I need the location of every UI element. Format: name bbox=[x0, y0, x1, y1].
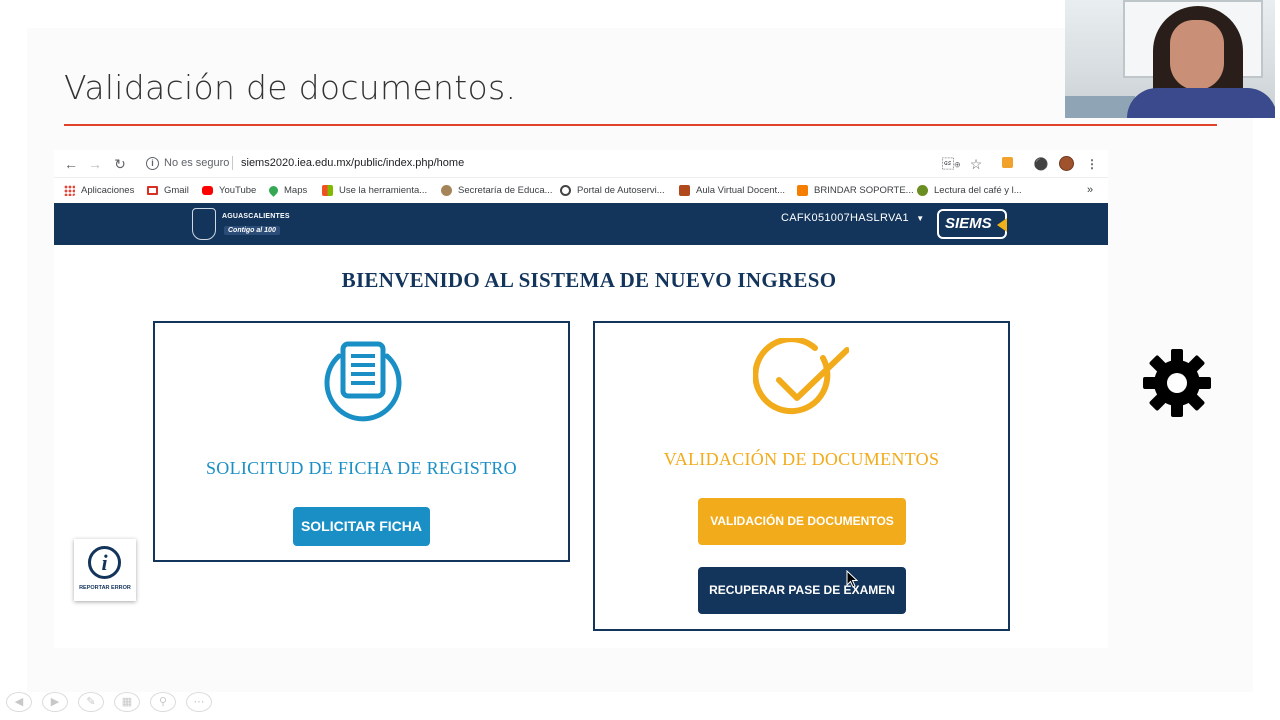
more-options-icon[interactable]: ⋯ bbox=[186, 692, 212, 712]
bookmark-label: Gmail bbox=[164, 184, 189, 196]
caret-down-icon[interactable]: ▼ bbox=[916, 214, 924, 223]
address-toolbar: ← → ↻ i No es seguro siems2020.iea.edu.m… bbox=[54, 150, 1108, 178]
coffee-icon bbox=[917, 184, 928, 196]
bookmark-label: Portal de Autoservi... bbox=[577, 184, 665, 196]
pen-icon[interactable]: ✎ bbox=[78, 692, 104, 712]
bookmark-secretaria[interactable]: Secretaría de Educa... bbox=[441, 183, 553, 197]
validacion-card-title: VALIDACIÓN DE DOCUMENTOS bbox=[663, 449, 940, 469]
bookmark-label: Secretaría de Educa... bbox=[458, 184, 553, 196]
translate-icon[interactable]: ⊛ bbox=[942, 156, 960, 172]
info-circle-icon: i bbox=[88, 546, 121, 579]
brand-tagline: Contigo al 100 bbox=[224, 226, 280, 235]
bookmark-label: Lectura del café y l... bbox=[934, 184, 1022, 196]
report-error-label: REPORTAR ERROR bbox=[79, 585, 131, 591]
bookmark-label: YouTube bbox=[219, 184, 257, 196]
bookmark-label: Aula Virtual Docent... bbox=[696, 184, 786, 196]
validacion-documentos-button[interactable]: VALIDACIÓN DE DOCUMENTOS bbox=[698, 498, 906, 545]
gear-icon[interactable] bbox=[1142, 348, 1212, 418]
site-navbar: AGUASCALIENTES Contigo al 100 CAFK051007… bbox=[54, 203, 1108, 245]
url-text[interactable]: siems2020.iea.edu.mx/public/index.php/ho… bbox=[241, 157, 464, 169]
key-icon[interactable]: ⚫ bbox=[1033, 156, 1049, 172]
screen: Validación de documentos. ← → ↻ i No es … bbox=[0, 0, 1280, 720]
validacion-card: VALIDACIÓN DE DOCUMENTOS VALIDACIÓN DE D… bbox=[593, 321, 1010, 631]
bookmark-label: BRINDAR SOPORTE... bbox=[814, 184, 914, 196]
bookmark-herramienta[interactable]: Use la herramienta... bbox=[322, 183, 427, 197]
slide-title: Validación de documentos. bbox=[64, 68, 517, 107]
slide-toolbar: ◀ ▶ ✎ ▦ ⚲ ⋯ bbox=[6, 692, 212, 712]
bookmark-star-icon[interactable]: ☆ bbox=[968, 156, 984, 172]
bookmark-aplicaciones[interactable]: Aplicaciones bbox=[64, 183, 134, 197]
bookmark-portal[interactable]: Portal de Autoservi... bbox=[560, 183, 665, 197]
bookmark-gmail[interactable]: Gmail bbox=[147, 183, 189, 197]
extension-icon[interactable] bbox=[999, 156, 1015, 172]
bookmarks-bar: Aplicaciones Gmail YouTube Maps Use la h… bbox=[54, 178, 1108, 202]
globe-icon bbox=[560, 184, 571, 196]
security-label[interactable]: No es seguro bbox=[164, 157, 229, 169]
previous-slide-icon[interactable]: ◀ bbox=[6, 692, 32, 712]
browser-window: ← → ↻ i No es seguro siems2020.iea.edu.m… bbox=[54, 150, 1108, 648]
siems-logo-text: SIEMS bbox=[945, 215, 992, 232]
apps-grid-icon bbox=[64, 184, 75, 196]
checkmark-circle-icon bbox=[753, 338, 849, 415]
omnibox[interactable]: i No es seguro siems2020.iea.edu.mx/publ… bbox=[142, 153, 962, 175]
registro-card-title: SOLICITUD DE FICHA DE REGISTRO bbox=[205, 458, 517, 478]
siems-logo[interactable]: SIEMS bbox=[937, 209, 1007, 239]
webcam-feed bbox=[1065, 0, 1275, 118]
bookmark-label: Aplicaciones bbox=[81, 184, 135, 196]
presenter-face bbox=[1170, 20, 1224, 90]
welcome-heading: BIENVENIDO AL SISTEMA DE NUEVO INGRESO bbox=[341, 268, 837, 292]
profile-avatar[interactable] bbox=[1058, 156, 1074, 172]
siems-logo-arrow bbox=[997, 218, 1007, 232]
zoom-icon[interactable]: ⚲ bbox=[150, 692, 176, 712]
bookmark-maps[interactable]: Maps bbox=[267, 183, 308, 197]
user-id[interactable]: CAFK051007HASLRVA1 bbox=[781, 212, 909, 224]
bookmark-lectura[interactable]: Lectura del café y l... bbox=[917, 183, 1022, 197]
brand-name: AGUASCALIENTES bbox=[222, 213, 290, 220]
background-shelf bbox=[1065, 96, 1135, 118]
user-menu[interactable]: CAFK051007HASLRVA1 ▼ bbox=[781, 212, 924, 224]
back-arrow-icon[interactable]: ← bbox=[62, 155, 80, 173]
document-icon bbox=[324, 341, 402, 422]
bookmarks-overflow-chevron[interactable]: » bbox=[1087, 183, 1093, 197]
info-icon[interactable]: i bbox=[146, 157, 159, 170]
next-slide-icon[interactable]: ▶ bbox=[42, 692, 68, 712]
omnibox-separator bbox=[232, 156, 233, 170]
microsoft-icon bbox=[322, 184, 333, 196]
slides-grid-icon[interactable]: ▦ bbox=[114, 692, 140, 712]
reload-icon[interactable]: ↻ bbox=[111, 155, 129, 173]
presenter-body bbox=[1127, 88, 1275, 118]
recuperar-pase-button[interactable]: RECUPERAR PASE DE EXAMEN bbox=[698, 567, 906, 614]
bookmark-aula-virtual[interactable]: Aula Virtual Docent... bbox=[679, 183, 785, 197]
report-error-button[interactable]: i REPORTAR ERROR bbox=[74, 539, 136, 601]
solicitar-ficha-button[interactable]: SOLICITAR FICHA bbox=[293, 507, 430, 546]
maps-pin-icon bbox=[267, 183, 280, 197]
bookmark-label: Maps bbox=[284, 184, 308, 196]
bookmark-label: Use la herramienta... bbox=[339, 184, 428, 196]
forward-arrow-icon[interactable]: → bbox=[86, 155, 104, 173]
bookmark-brindar-soporte[interactable]: BRINDAR SOPORTE... bbox=[797, 183, 914, 197]
aula-icon bbox=[679, 184, 690, 196]
bookmark-youtube[interactable]: YouTube bbox=[202, 183, 256, 197]
youtube-icon bbox=[202, 185, 213, 195]
sep-seal-icon bbox=[441, 184, 452, 196]
blogger-icon bbox=[797, 184, 808, 196]
kebab-menu-icon[interactable]: ⋮ bbox=[1084, 156, 1100, 172]
title-divider bbox=[64, 124, 1217, 126]
gmail-icon bbox=[147, 185, 158, 195]
state-crest-icon bbox=[192, 208, 216, 240]
mouse-cursor-icon bbox=[846, 570, 858, 588]
registro-card: SOLICITUD DE FICHA DE REGISTRO SOLICITAR… bbox=[153, 321, 570, 562]
